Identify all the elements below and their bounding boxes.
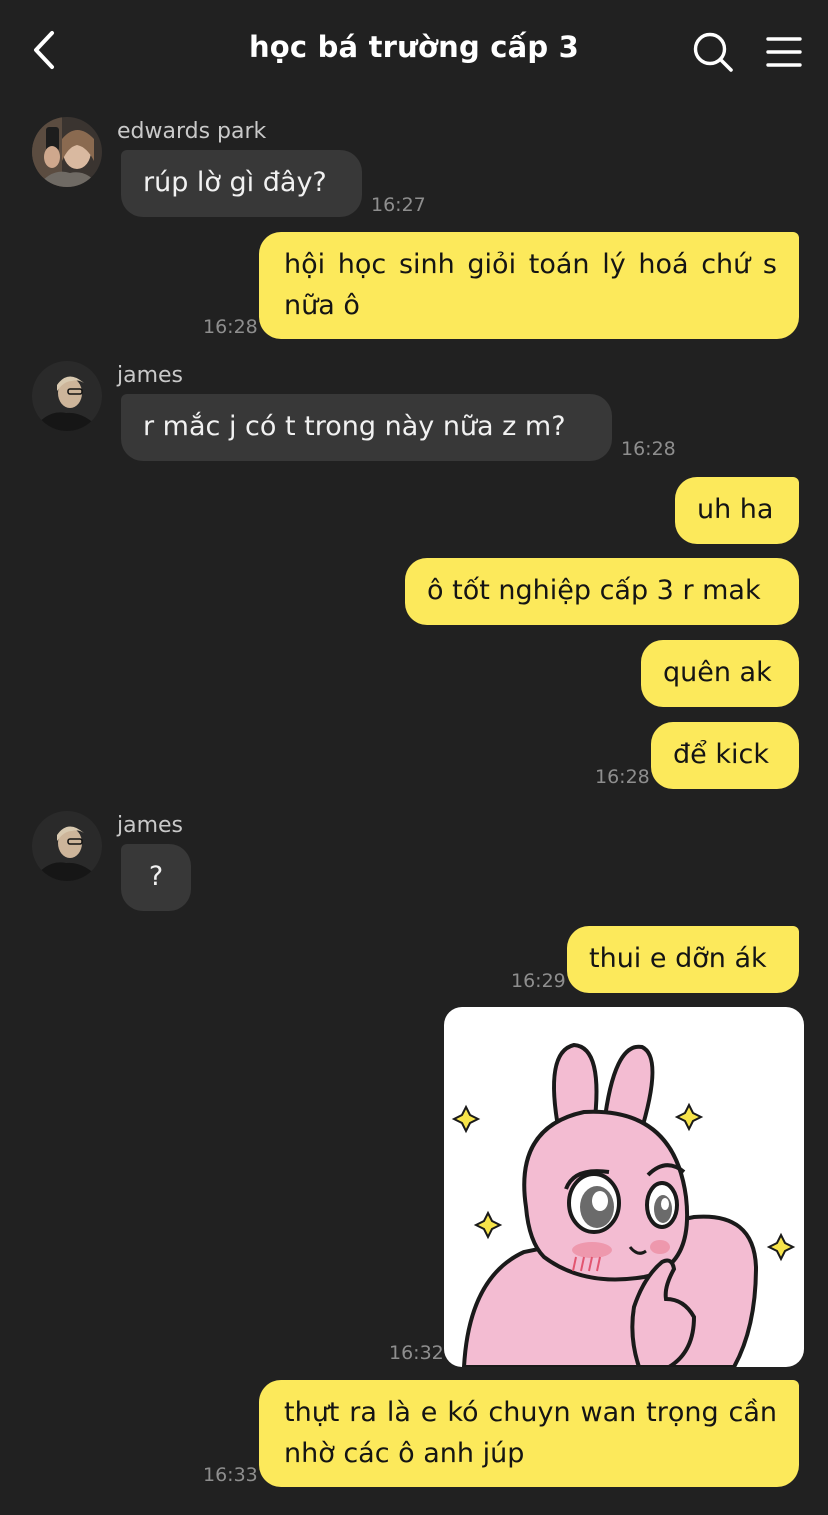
message-bubble[interactable]: hội học sinh giỏi toán lý hoá chứ s nữa … <box>259 232 799 339</box>
message-bubble[interactable]: quên ak <box>641 640 799 707</box>
avatar-james[interactable] <box>32 811 102 881</box>
message-time: 16:28 <box>203 316 258 338</box>
message-bubble[interactable]: r mắc j có t trong này nữa z m? <box>121 394 612 461</box>
message-time: 16:28 <box>595 766 650 788</box>
message-time: 16:33 <box>203 1464 258 1486</box>
avatar-edwards-park[interactable] <box>32 117 102 187</box>
message-bubble[interactable]: thựt ra là e kó chuyn wan trọng cần nhờ … <box>259 1380 799 1487</box>
menu-button[interactable] <box>762 32 806 72</box>
message-time: 16:32 <box>389 1342 444 1364</box>
search-icon <box>693 32 733 72</box>
message-time: 16:29 <box>511 970 566 992</box>
message-bubble[interactable]: thui e dỡn ák <box>567 926 799 993</box>
chat-header: học bá trường cấp 3 <box>0 0 828 100</box>
menu-icon <box>766 37 802 67</box>
sender-name: james <box>117 363 184 388</box>
message-bubble[interactable]: để kick <box>651 722 799 789</box>
message-bubble[interactable]: rúp lờ gì đây? <box>121 150 362 217</box>
message-time: 16:28 <box>621 438 676 460</box>
message-bubble[interactable]: ? <box>121 844 191 911</box>
message-bubble[interactable]: uh ha <box>675 477 799 544</box>
pink-bunny-sticker <box>451 1042 796 1367</box>
message-time: 16:27 <box>371 194 426 216</box>
sender-name: edwards park <box>117 119 267 144</box>
sender-name: james <box>117 813 184 838</box>
search-button[interactable] <box>690 29 736 75</box>
sticker-image[interactable] <box>444 1007 804 1367</box>
message-bubble[interactable]: ô tốt nghiệp cấp 3 r mak <box>405 558 799 625</box>
avatar-james[interactable] <box>32 361 102 431</box>
